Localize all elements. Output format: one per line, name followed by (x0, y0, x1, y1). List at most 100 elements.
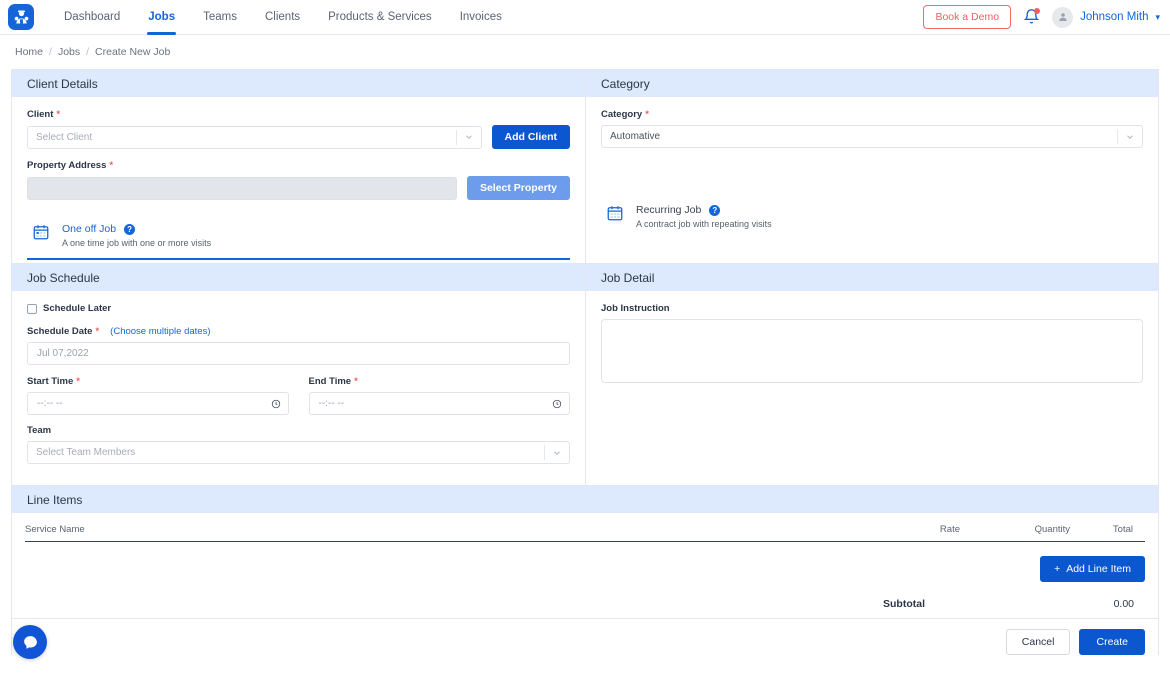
form-row-top: Client Details Client * Select Client Ad… (11, 69, 1159, 264)
user-menu[interactable]: Johnson Mith ▾ (1052, 6, 1160, 28)
schedule-later-label[interactable]: Schedule Later (43, 303, 111, 314)
start-time-value: --:-- -- (37, 398, 63, 409)
property-address-field-label: Property Address * (27, 160, 570, 171)
user-name-label: Johnson Mith (1080, 11, 1149, 23)
top-navigation-bar: Dashboard Jobs Teams Clients Products & … (0, 0, 1170, 35)
client-select-divider (455, 129, 457, 145)
team-field-label: Team (27, 425, 570, 436)
recurring-job-text-group: Recurring Job ? A contract job with repe… (636, 204, 772, 229)
job-detail-header: Job Detail (586, 264, 1158, 291)
nav-label-products-services: Products & Services (328, 10, 432, 23)
chevron-down-icon[interactable]: ▾ (1155, 12, 1160, 23)
nav-item-clients[interactable]: Clients (251, 0, 314, 35)
category-select-divider (1117, 129, 1118, 144)
client-details-title: Client Details (27, 76, 98, 91)
start-time-field-label: Start Time * (27, 376, 289, 387)
end-time-group: End Time * --:-- -- (308, 376, 571, 415)
schedule-date-value: Jul 07,2022 (37, 348, 89, 359)
add-line-item-button[interactable]: + Add Line Item (1040, 556, 1145, 582)
subtotal-label: Subtotal (883, 598, 925, 610)
nav-item-products-services[interactable]: Products & Services (314, 0, 446, 35)
main-nav-items: Dashboard Jobs Teams Clients Products & … (50, 0, 516, 35)
end-time-input[interactable]: --:-- -- (308, 392, 570, 415)
nav-item-dashboard[interactable]: Dashboard (50, 0, 134, 35)
job-instruction-textarea[interactable] (601, 319, 1143, 383)
nav-item-jobs[interactable]: Jobs (134, 0, 189, 35)
team-select[interactable]: Select Team Members (27, 441, 570, 464)
clock-glyph-icon (271, 399, 280, 408)
chevron-down-icon[interactable] (552, 442, 562, 463)
team-select-divider (544, 445, 545, 460)
job-detail-body: Job Instruction (586, 291, 1158, 383)
chevron-glyph-icon (465, 135, 472, 139)
one-off-job-title-row: One off Job ? (62, 223, 211, 235)
recurring-job-title: Recurring Job (636, 204, 702, 216)
one-off-job-title: One off Job (62, 223, 117, 235)
cancel-button[interactable]: Cancel (1005, 629, 1071, 655)
end-time-required-asterisk: * (354, 376, 358, 387)
one-off-job-text-group: One off Job ? A one time job with one or… (62, 223, 211, 248)
end-time-value: --:-- -- (318, 398, 345, 409)
notification-bell-icon[interactable] (1023, 7, 1041, 27)
schedule-later-checkbox[interactable] (27, 303, 37, 314)
property-required-asterisk: * (109, 160, 114, 171)
nav-label-jobs: Jobs (148, 10, 176, 23)
book-a-demo-button[interactable]: Book a Demo (923, 5, 1012, 29)
nav-item-teams[interactable]: Teams (189, 0, 251, 35)
plus-icon: + (1054, 563, 1061, 575)
question-mark-icon[interactable]: ? (124, 223, 136, 235)
job-instruction-label-text: Job Instruction (601, 303, 670, 314)
chevron-down-icon[interactable] (1125, 126, 1135, 147)
category-select-value: Automative (610, 131, 661, 142)
nav-label-invoices: Invoices (459, 10, 502, 23)
chat-bubble-button[interactable] (13, 625, 47, 659)
client-select[interactable]: Select Client (27, 125, 482, 149)
column-header-total: Total (1112, 523, 1133, 535)
job-type-recurring[interactable]: Recurring Job ? A contract job with repe… (601, 192, 1143, 239)
job-schedule-panel: Job Schedule Schedule Later Schedule Dat… (11, 264, 585, 486)
form-row-middle: Job Schedule Schedule Later Schedule Dat… (11, 264, 1159, 486)
end-time-field-label: End Time * (309, 376, 571, 387)
line-items-table-header-row: Service Name Rate Quantity Total (25, 513, 1145, 539)
category-title: Category (601, 76, 650, 91)
choose-multiple-dates-link[interactable]: (Choose multiple dates) (110, 326, 210, 337)
team-select-value: Select Team Members (36, 447, 136, 458)
job-type-one-off[interactable]: One off Job ? A one time job with one or… (27, 211, 570, 260)
select-property-button[interactable]: Select Property (466, 176, 570, 200)
clock-icon[interactable] (552, 393, 562, 414)
category-body: Category * Automative Recurring Job ? A … (586, 97, 1158, 239)
worker-mascot-logo-icon (14, 10, 28, 23)
client-required-asterisk: * (56, 109, 61, 120)
question-mark-icon[interactable]: ? (709, 204, 721, 216)
time-fields-row: Start Time * --:-- -- End Time * --:-- -… (27, 376, 570, 415)
client-label-text: Client (27, 109, 54, 120)
notification-badge-dot (1034, 7, 1041, 14)
add-client-button[interactable]: Add Client (491, 125, 570, 149)
job-schedule-header: Job Schedule (12, 264, 585, 291)
avatar-person-icon (1058, 13, 1067, 21)
line-items-panel: Line Items Service Name Rate Quantity To… (11, 486, 1159, 655)
nav-item-invoices[interactable]: Invoices (446, 0, 516, 35)
category-select[interactable]: Automative (601, 125, 1143, 148)
brand-logo-icon[interactable] (8, 4, 34, 30)
one-off-job-subtitle: A one time job with one or more visits (62, 238, 212, 248)
client-details-body: Client * Select Client Add Client Proper… (12, 97, 585, 260)
schedule-date-required-asterisk: * (95, 326, 100, 337)
chevron-down-icon[interactable] (464, 127, 474, 148)
property-address-label-text: Property Address (27, 160, 107, 171)
end-time-label-text: End Time (308, 376, 352, 387)
breadcrumb-jobs[interactable]: Jobs (58, 46, 80, 58)
page-content: Client Details Client * Select Client Ad… (0, 69, 1170, 655)
schedule-date-input[interactable]: Jul 07,2022 (27, 342, 570, 365)
breadcrumb-home[interactable]: Home (15, 46, 43, 58)
job-detail-panel: Job Detail Job Instruction (585, 264, 1159, 486)
job-schedule-body: Schedule Later Schedule Date * (Choose m… (12, 291, 585, 464)
chevron-glyph-icon (554, 450, 560, 455)
create-button[interactable]: Create (1079, 629, 1145, 655)
client-details-header: Client Details (12, 70, 585, 97)
category-required-asterisk: * (645, 109, 649, 120)
property-address-input[interactable] (27, 176, 457, 200)
start-time-input[interactable]: --:-- -- (27, 392, 289, 415)
clock-icon[interactable] (271, 393, 281, 414)
category-control-row: Automative (601, 125, 1143, 148)
